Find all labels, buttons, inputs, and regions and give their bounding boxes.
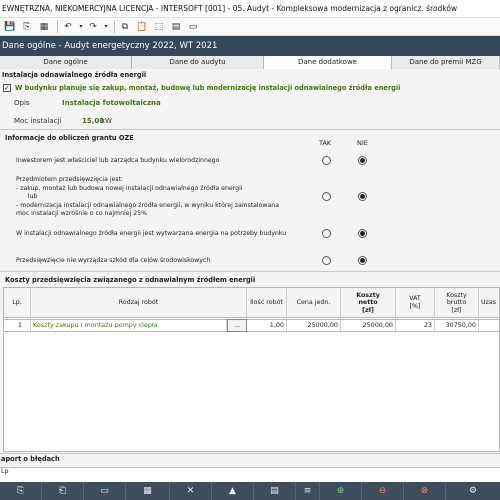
tab-dane-do-premii[interactable]: Dane do premii MZG (392, 56, 500, 69)
cell-netto: 25000,00 (341, 320, 396, 331)
tab-dane-ogolne[interactable]: Dane ogólne (0, 56, 132, 69)
col-header-brutto: Koszty brutto [zł] (435, 288, 479, 318)
list-icon[interactable]: ≡ (296, 482, 320, 500)
bottom-action-bar: ⎘ ⎗ ▭ ▦ ✕ ▲ ▤ ≡ ⊕ ⊖ ⊗ ⚙ (0, 482, 500, 500)
calculator-icon[interactable]: ▤ (169, 20, 183, 34)
clear-icon[interactable]: ⊗ (404, 482, 446, 500)
opis-label: Opis (14, 99, 30, 107)
question-4-yes-radio[interactable] (322, 256, 331, 265)
moc-label: Moc instalacji (14, 117, 62, 125)
delete-row-icon[interactable]: ✕ (170, 482, 212, 500)
window-title: EWNĘTRZNA, NIEKOMERCYJNA LICENCJA - INTE… (0, 0, 500, 18)
chevron-down-icon[interactable]: ▾ (78, 20, 84, 34)
col-header-vat-line: [%] (409, 303, 421, 310)
col-header-uzas: Uzas (481, 299, 497, 307)
cube-icon[interactable]: ⬚ (152, 20, 166, 34)
opis-field[interactable]: Instalacja fotowoltaiczna (62, 99, 161, 107)
question-4-text: Przedsięwzięcie nie wyrządza szkód dla c… (16, 257, 211, 264)
cell-cena[interactable]: 25000,00 (287, 320, 341, 331)
col-no-label: NIE (357, 139, 368, 147)
cell-brutto: 30750,00 (435, 320, 479, 331)
errors-section-title: aport o błędach (1, 455, 60, 463)
moc-unit: kW (101, 117, 112, 125)
tab-dane-dodatkowe[interactable]: Dane dodatkowe (264, 56, 392, 69)
settings-icon[interactable]: ⚙ (446, 482, 500, 500)
save-icon[interactable]: 💾 (3, 20, 17, 34)
page-title: Dane ogólne - Audyt energetyczny 2022, W… (0, 36, 500, 56)
question-3-text: W instalacji odnawialnego źródła energii… (16, 230, 287, 237)
remove-row-icon[interactable]: ⊖ (362, 482, 404, 500)
question-2-line: moc instalacji wzrośnie o co najmniej 25… (16, 210, 147, 218)
table-header: Lp. Rodzaj robót Ilość robót Cena jedn. … (4, 288, 499, 318)
col-header-rodzaj: Rodzaj robót (31, 288, 247, 318)
toolbar: 💾 ⎘ ▦ ↶ ▾ ↷ ▾ ⧉ 📋 ⬚ ▤ ▭ (0, 18, 500, 36)
question-2-yes-radio[interactable] (322, 192, 331, 201)
question-1-yes-radio[interactable] (322, 156, 331, 165)
costs-section-title: Koszty przedsięwzięcia związanego z odna… (5, 276, 256, 284)
paste-icon[interactable]: 📋 (135, 20, 149, 34)
question-2-line: lub (16, 193, 38, 201)
col-header-netto-line: Koszty (356, 291, 380, 299)
paste-document-icon[interactable]: ⎗ (42, 482, 84, 500)
question-2-no-radio[interactable] (358, 192, 367, 201)
grid-icon[interactable]: ▦ (37, 20, 51, 34)
renewable-section-title: Instalacja odnawialnego źródła energii (2, 71, 147, 79)
question-3-no-radio[interactable] (358, 229, 367, 238)
col-header-brutto-line: Koszty (446, 291, 467, 299)
cell-rodzaj[interactable]: Koszty zakupu i montażu pompy ciepła (31, 320, 227, 331)
col-header-netto-line: netto (358, 299, 378, 307)
cell-vat[interactable]: 23 (396, 320, 435, 331)
col-header-ilosc: Ilość robót (247, 288, 287, 318)
cell-lp: 1 (4, 320, 31, 331)
document-icon[interactable]: ▭ (186, 20, 200, 34)
undo-icon[interactable]: ↶ (61, 20, 75, 34)
renewable-checkbox-label[interactable]: W budynku planuje się zakup, montaż, bud… (15, 84, 400, 92)
question-3-yes-radio[interactable] (322, 229, 331, 238)
col-header-netto: Koszty netto [zł] (341, 288, 396, 318)
select-all-icon[interactable]: ▦ (126, 482, 170, 500)
divider (0, 453, 500, 454)
add-row-icon[interactable]: ⊕ (320, 482, 362, 500)
col-header-brutto-line: brutto (446, 299, 467, 307)
cell-uzas[interactable] (479, 320, 499, 331)
question-2-line: - zakup, montaż lub budowa nowej instala… (16, 184, 243, 192)
toolbar-separator (57, 20, 58, 33)
grant-section-title: Informacje do obliczeń grantu OZE (5, 134, 134, 142)
errors-col-lp: Lp (1, 468, 9, 475)
cell-ilosc[interactable]: 1,00 (247, 320, 287, 331)
question-2-text: Przedmiotem przedsięwzięcia jest: - zaku… (16, 176, 279, 219)
tab-dane-do-audytu[interactable]: Dane do audytu (132, 56, 264, 69)
rodzaj-picker-button[interactable]: ... (227, 319, 247, 332)
chevron-down-icon[interactable]: ▾ (103, 20, 109, 34)
toolbar-separator (114, 20, 115, 33)
question-4-no-radio[interactable] (358, 256, 367, 265)
col-header-brutto-line: [zł] (451, 306, 462, 314)
costs-table: Lp. Rodzaj robót Ilość robót Cena jedn. … (3, 287, 500, 452)
copy-icon[interactable]: ⧉ (118, 20, 132, 34)
redo-icon[interactable]: ↷ (86, 20, 100, 34)
divider (0, 271, 500, 272)
col-header-vat-line: VAT (409, 295, 421, 303)
question-1-no-radio[interactable] (358, 156, 367, 165)
col-yes-label: TAK (319, 139, 332, 147)
content-panel: Instalacja odnawialnego źródła energii ✓… (0, 69, 500, 482)
col-header-cena: Cena jedn. (287, 288, 341, 318)
tab-bar: Dane ogólne Dane do audytu Dane dodatkow… (0, 56, 500, 69)
divider (0, 129, 500, 130)
col-header-vat: VAT [%] (396, 288, 435, 318)
table-icon[interactable]: ▤ (254, 482, 296, 500)
move-up-icon[interactable]: ▲ (212, 482, 254, 500)
document-icon[interactable]: ▭ (84, 482, 126, 500)
question-2-line: Przedmiotem przedsięwzięcia jest: (16, 176, 124, 183)
question-1-text: Inwestorem jest właściciel lub zarządca … (16, 157, 220, 164)
col-header-lp: Lp. (4, 288, 31, 318)
errors-table (0, 467, 500, 482)
copy-document-icon[interactable]: ⎘ (0, 482, 42, 500)
export-icon[interactable]: ⎘ (20, 20, 34, 34)
renewable-checkbox[interactable]: ✓ (3, 84, 11, 92)
col-header-netto-line: [zł] (362, 306, 374, 314)
